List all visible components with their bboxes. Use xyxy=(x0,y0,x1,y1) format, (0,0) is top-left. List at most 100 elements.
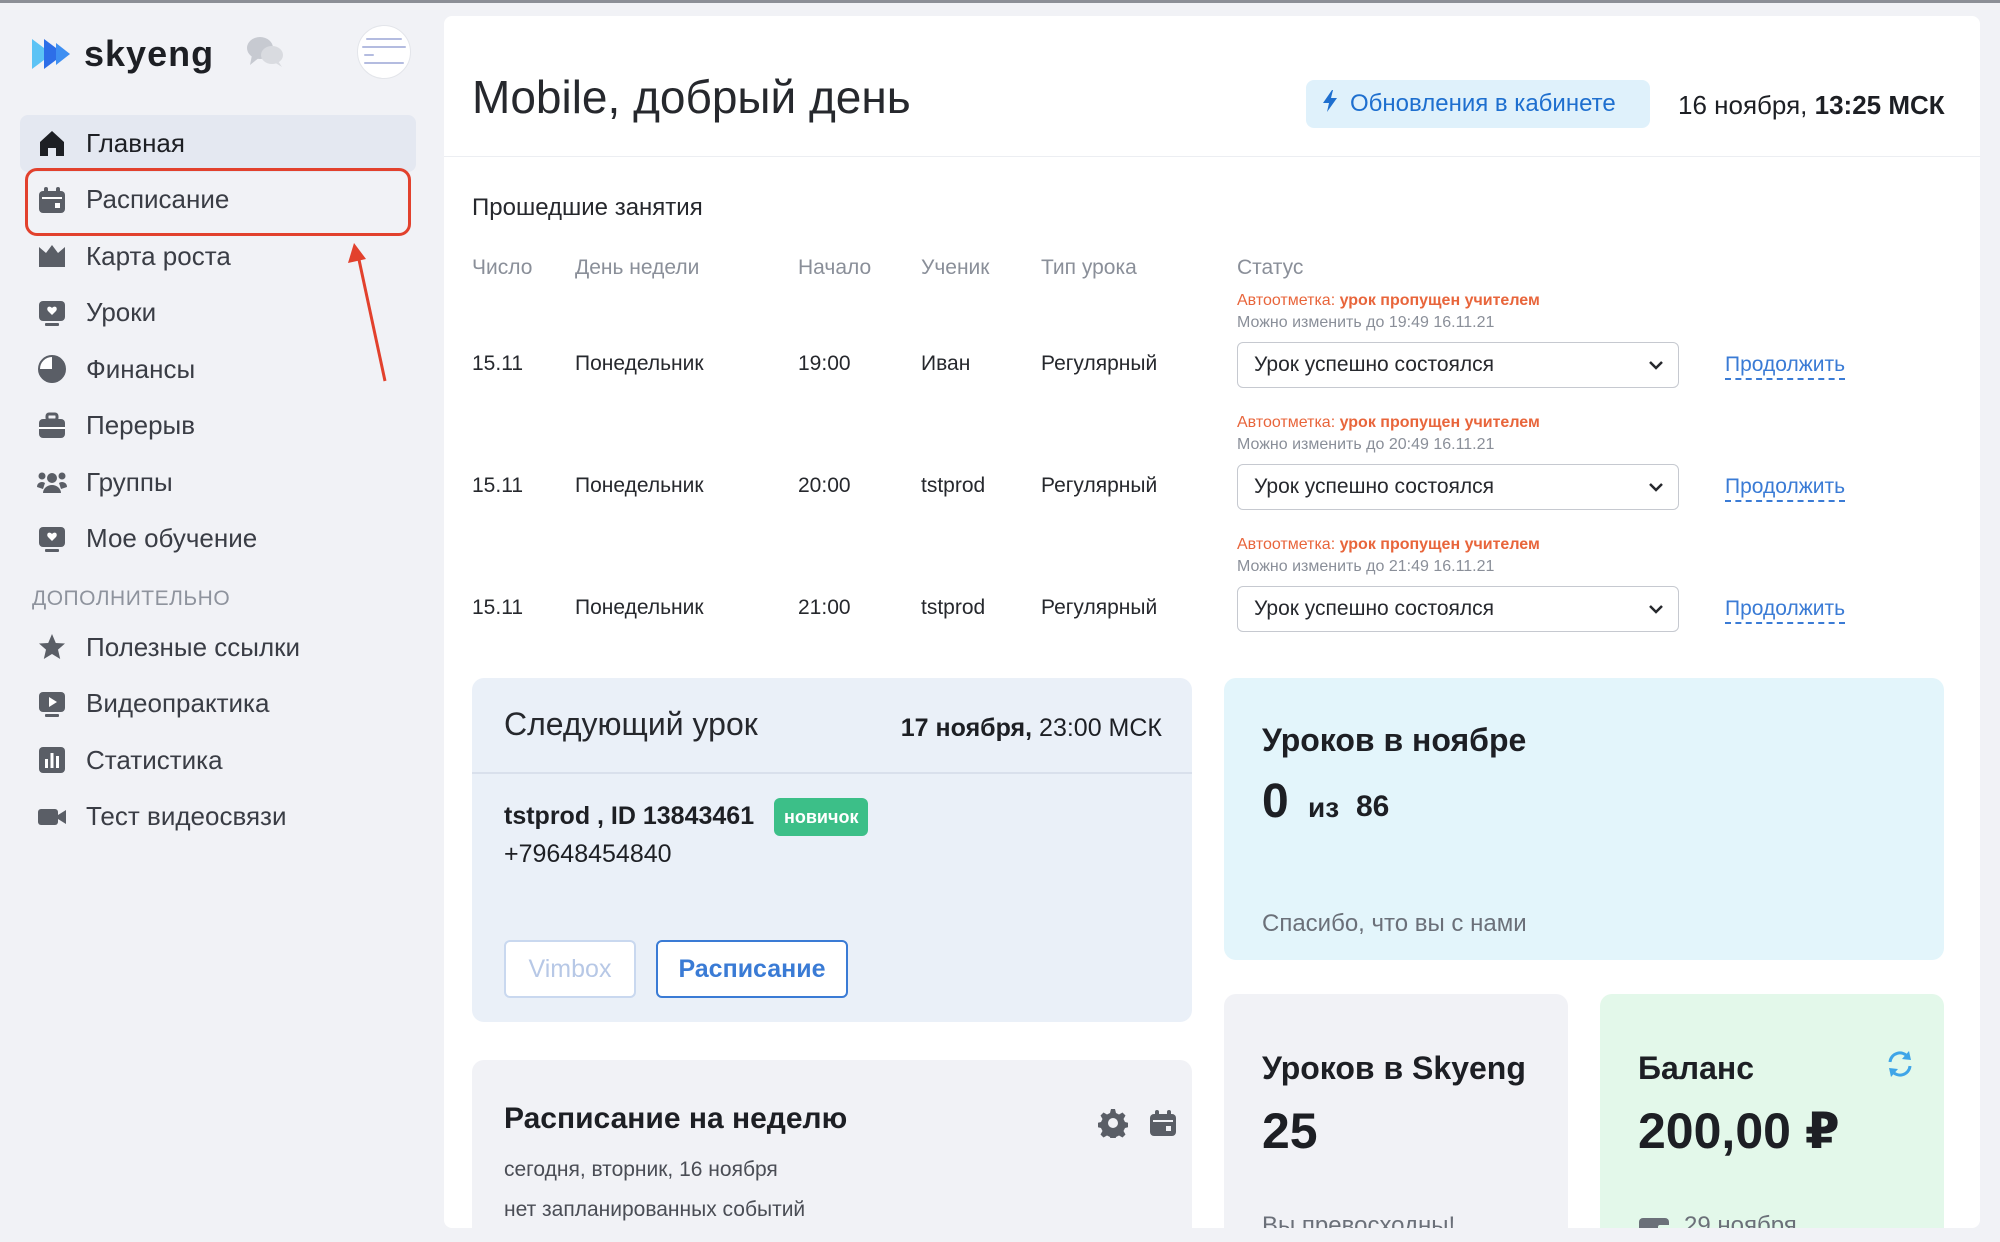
lessons-november-of: из xyxy=(1308,792,1340,823)
balance-title: Баланс xyxy=(1638,1050,1755,1086)
row-type: Регулярный xyxy=(1041,596,1158,619)
balance-amount: 200,00 ₽ xyxy=(1638,1103,1840,1159)
sidebar-item-label: Главная xyxy=(86,127,185,158)
week-schedule-card: Расписание на неделю сегодня, вторник, 1… xyxy=(472,1060,1192,1228)
balance-card: Баланс 200,00 ₽ 29 ноября xyxy=(1600,994,1944,1228)
column-header-status: Статус xyxy=(1237,256,1304,279)
status-select-value: Урок успешно состоялся xyxy=(1254,597,1495,620)
annotation-arrow-icon xyxy=(348,243,387,382)
video-play-icon xyxy=(36,688,68,720)
sidebar: skyeng Главная Расписание Карта роста Ур… xyxy=(0,3,440,1242)
sidebar-item-label: Карта роста xyxy=(86,240,231,271)
row-weekday: Понедельник xyxy=(575,352,704,375)
wallet-icon xyxy=(1638,1214,1672,1228)
row-start: 20:00 xyxy=(798,474,851,497)
schedule-button[interactable]: Расписание xyxy=(656,940,848,998)
sidebar-item-groups[interactable]: Группы xyxy=(20,454,416,511)
row-student: Иван xyxy=(921,352,971,375)
student-phone: +79648454840 xyxy=(504,840,672,868)
current-datetime: 16 ноября, 13:25 МСК xyxy=(1678,90,1945,121)
continue-link[interactable]: Продолжить xyxy=(1725,596,1846,624)
stats-icon xyxy=(36,744,68,776)
row-student: tstprod xyxy=(921,596,986,619)
row-type: Регулярный xyxy=(1041,352,1158,375)
column-header-date: Число xyxy=(472,256,533,279)
auto-mark-note: Автоотметка: урок пропущен учителем xyxy=(1237,292,1540,310)
sidebar-item-video-test[interactable]: Тест видеосвязи xyxy=(20,789,416,846)
next-lesson-header: Следующий урок 17 ноября, 23:00 МСК xyxy=(472,678,1192,774)
chat-icon[interactable] xyxy=(246,35,284,69)
lessons-november-thanks: Спасибо, что вы с нами xyxy=(1262,910,1527,937)
week-schedule-today: сегодня, вторник, 16 ноября xyxy=(504,1158,778,1181)
row-start: 19:00 xyxy=(798,352,851,375)
status-select-value: Урок успешно состоялся xyxy=(1254,353,1495,376)
auto-mark-text: урок пропущен учителем xyxy=(1339,414,1540,431)
row-weekday: Понедельник xyxy=(575,474,704,497)
status-select[interactable]: Урок успешно состоялся xyxy=(1237,342,1679,388)
row-type: Регулярный xyxy=(1041,474,1158,497)
next-lesson-title: Следующий урок xyxy=(504,706,758,742)
column-header-weekday: День недели xyxy=(575,256,700,279)
week-schedule-title: Расписание на неделю xyxy=(504,1102,848,1135)
balance-date: 29 ноября xyxy=(1684,1212,1797,1228)
change-deadline: Можно изменить до 21:49 16.11.21 xyxy=(1237,558,1495,575)
crown-icon xyxy=(36,240,68,272)
lightning-icon xyxy=(1322,89,1338,119)
lessons-november-total: 86 xyxy=(1356,790,1390,823)
row-date: 15.11 xyxy=(472,474,523,497)
continue-link[interactable]: Продолжить xyxy=(1725,352,1846,380)
auto-mark-note: Автоотметка: урок пропущен учителем xyxy=(1237,414,1540,432)
week-schedule-empty: нет запланированных событий xyxy=(504,1198,806,1221)
sidebar-item-my-learning[interactable]: Мое обучение xyxy=(20,511,416,568)
updates-button[interactable]: Обновления в кабинете xyxy=(1306,80,1650,128)
sidebar-item-label: Видеопрактика xyxy=(86,688,270,719)
next-lesson-time: 23:00 МСК xyxy=(1039,714,1162,742)
status-select[interactable]: Урок успешно состоялся xyxy=(1237,464,1679,510)
row-student: tstprod xyxy=(921,474,986,497)
past-lessons-title: Прошедшие занятия xyxy=(472,194,703,221)
auto-mark-note: Автоотметка: урок пропущен учителем xyxy=(1237,536,1540,554)
sidebar-item-label: Полезные ссылки xyxy=(86,631,301,662)
sidebar-item-label: Тест видеосвязи xyxy=(86,801,287,832)
status-select[interactable]: Урок успешно состоялся xyxy=(1237,586,1679,632)
updates-label: Обновления в кабинете xyxy=(1350,90,1616,117)
gear-icon[interactable] xyxy=(1097,1108,1129,1143)
avatar[interactable] xyxy=(357,25,411,79)
row-date: 15.11 xyxy=(472,352,523,375)
status-badge: новичок xyxy=(774,798,869,836)
sidebar-item-statistics[interactable]: Статистика xyxy=(20,732,416,789)
row-weekday: Понедельник xyxy=(575,596,704,619)
skyeng-logo-icon xyxy=(30,37,76,71)
chevron-down-icon xyxy=(1646,355,1666,381)
star-icon xyxy=(36,631,68,663)
column-header-start: Начало xyxy=(798,256,872,279)
calendar-icon[interactable] xyxy=(1148,1108,1178,1143)
next-lesson-student: tstprod , ID 13843461 xyxy=(504,802,755,830)
auto-mark-prefix: Автоотметка: xyxy=(1237,292,1336,309)
chevron-down-icon xyxy=(1646,599,1666,625)
home-icon xyxy=(36,127,68,159)
logo[interactable]: skyeng xyxy=(30,33,214,75)
lessons-november-card: Уроков в ноябре 0 из 86 Спасибо, что вы … xyxy=(1224,678,1944,960)
sidebar-item-label: Статистика xyxy=(86,744,223,775)
sidebar-item-useful-links[interactable]: Полезные ссылки xyxy=(20,619,416,676)
lessons-november-done: 0 xyxy=(1262,775,1289,828)
next-lesson-date: 17 ноября, xyxy=(900,714,1033,742)
sidebar-item-video-practice[interactable]: Видеопрактика xyxy=(20,676,416,733)
sidebar-item-label: Уроки xyxy=(86,297,157,328)
auto-mark-prefix: Автоотметка: xyxy=(1237,536,1336,553)
sidebar-section-label: ДОПОЛНИТЕЛЬНО xyxy=(32,587,231,610)
brand-name: skyeng xyxy=(84,33,215,74)
chevron-down-icon xyxy=(1646,477,1666,503)
continue-link[interactable]: Продолжить xyxy=(1725,474,1846,502)
sidebar-item-label: Группы xyxy=(86,466,173,497)
learning-icon xyxy=(36,523,68,555)
change-deadline: Можно изменить до 19:49 16.11.21 xyxy=(1237,314,1495,331)
vimbox-button[interactable]: Vimbox xyxy=(504,940,636,998)
row-start: 21:00 xyxy=(798,596,851,619)
refresh-icon[interactable] xyxy=(1884,1048,1916,1085)
change-deadline: Можно изменить до 20:49 16.11.21 xyxy=(1237,436,1495,453)
sidebar-item-home[interactable]: Главная xyxy=(20,115,416,172)
sidebar-item-label: Мое обучение xyxy=(86,523,258,554)
sidebar-item-break[interactable]: Перерыв xyxy=(20,398,416,455)
